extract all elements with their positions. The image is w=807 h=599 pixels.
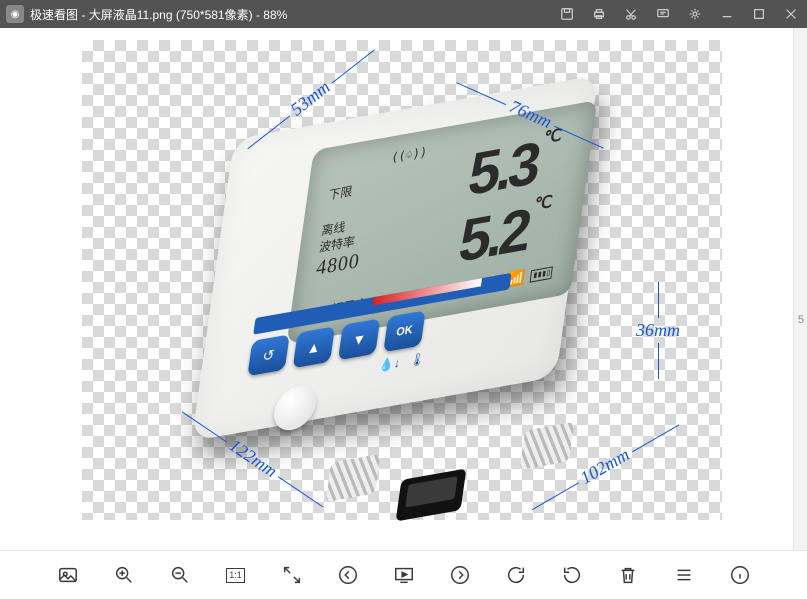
app-logo-icon: ◉ (6, 5, 24, 23)
app-name: 极速看图 (30, 8, 78, 22)
rotate-ccw-icon[interactable] (559, 562, 585, 588)
right-panel-mark: 5 (798, 314, 804, 326)
minimize-button[interactable] (711, 0, 743, 28)
cut-icon[interactable] (615, 0, 647, 28)
window-title: 极速看图 - 大屏液晶11.png (750*581像素) - 88% (30, 6, 551, 23)
titlebar: ◉ 极速看图 - 大屏液晶11.png (750*581像素) - 88% (0, 0, 807, 28)
alarm-bell-icon: ((♤)) (390, 144, 428, 165)
device-button-up: ▲ (293, 326, 335, 368)
dimension-label-36: 36mm (636, 280, 680, 381)
window-controls (551, 0, 807, 28)
menu-icon[interactable] (671, 562, 697, 588)
print-icon[interactable] (583, 0, 615, 28)
delete-icon[interactable] (615, 562, 641, 588)
actual-size-button[interactable]: 1:1 (223, 562, 249, 588)
file-name: 大屏液晶11.png (89, 8, 173, 22)
fit-screen-icon[interactable] (279, 562, 305, 588)
lcd-label-limit: 下限 (327, 182, 353, 204)
bottom-toolbar: 1:1 (0, 550, 807, 599)
next-image-button[interactable] (447, 562, 473, 588)
right-panel-sliver: 5 (793, 28, 807, 550)
file-dimensions: (750*581像素) (176, 8, 253, 22)
image-canvas[interactable]: ((♤)) 下限 离线 波特率 4800 记录中 5.3℃ 5.2℃ 🔒 📶 ▮… (0, 28, 807, 550)
zoom-in-icon[interactable] (111, 562, 137, 588)
device-button-back: ↺ (247, 334, 289, 376)
device-button-down: ▼ (338, 318, 380, 360)
previous-image-button[interactable] (335, 562, 361, 588)
comment-icon[interactable] (647, 0, 679, 28)
rotate-cw-icon[interactable] (503, 562, 529, 588)
gallery-icon[interactable] (55, 562, 81, 588)
maximize-button[interactable] (743, 0, 775, 28)
zoom-out-icon[interactable] (167, 562, 193, 588)
settings-icon[interactable] (679, 0, 711, 28)
device-button-ok: OK (383, 310, 425, 352)
device-vent-right (520, 422, 575, 470)
zoom-level: 88% (263, 8, 287, 22)
info-icon[interactable] (727, 562, 753, 588)
legend-temperature-icon: 🌡 (409, 351, 426, 368)
slideshow-icon[interactable] (391, 562, 417, 588)
battery-icon: ▮▮▮▯ (530, 266, 553, 282)
close-button[interactable] (775, 0, 807, 28)
save-icon[interactable] (551, 0, 583, 28)
